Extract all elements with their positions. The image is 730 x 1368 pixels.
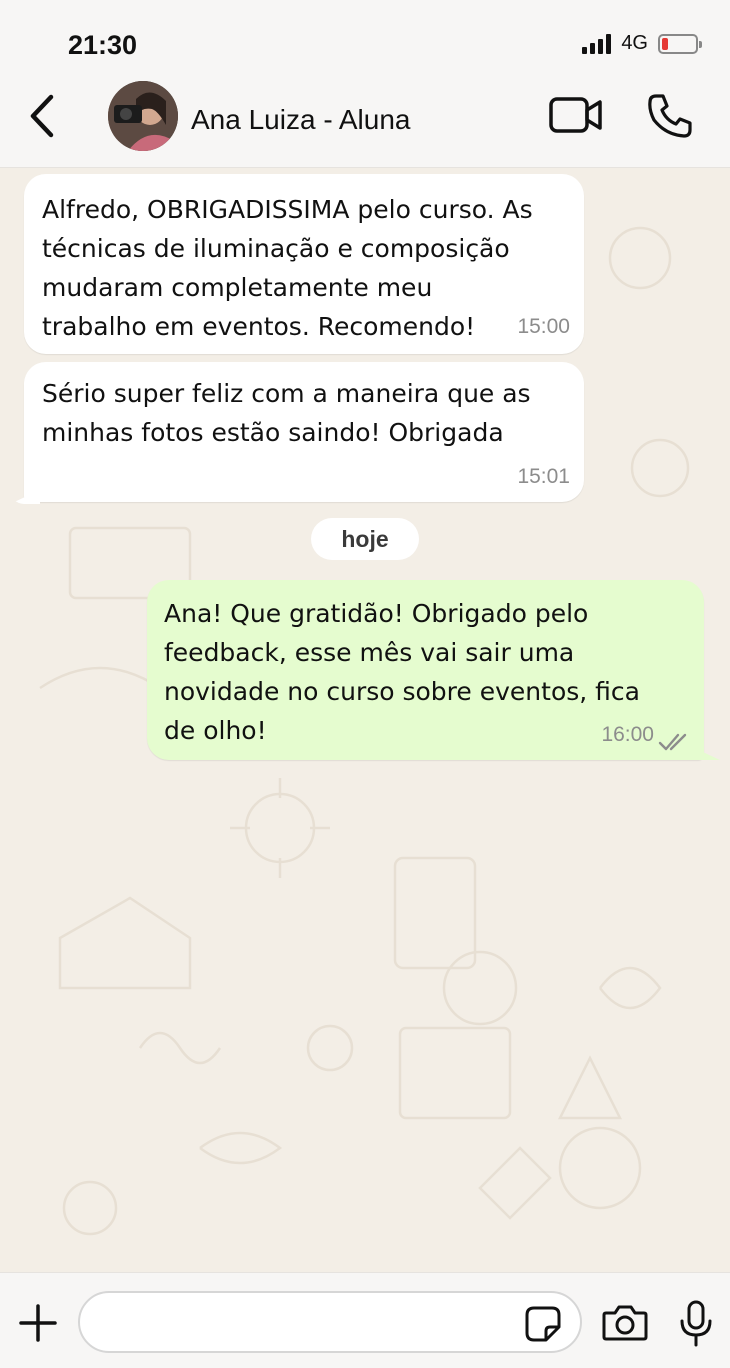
message-bubble-incoming[interactable]: Sério super feliz com a maneira que as m…: [24, 362, 584, 502]
date-separator: hoje: [311, 518, 419, 560]
sticker-icon: [525, 1306, 561, 1342]
sticker-button[interactable]: [524, 1305, 562, 1343]
status-indicators: 4G: [582, 32, 702, 55]
microphone-icon: [680, 1300, 712, 1347]
battery-icon: [658, 33, 702, 54]
microphone-button[interactable]: [678, 1299, 714, 1349]
message-line: técnicas de iluminação e composição: [42, 234, 510, 263]
composer-bar: [0, 1272, 730, 1368]
message-line: Ana! Que gratidão! Obrigado pelo: [164, 599, 589, 628]
message-line: mudaram completamente meu: [42, 273, 433, 302]
message-time: 16:00: [601, 723, 654, 746]
contact-name[interactable]: Ana Luiza - Aluna: [191, 104, 411, 136]
attach-button[interactable]: [18, 1303, 58, 1343]
message-input[interactable]: [78, 1291, 582, 1353]
back-button[interactable]: [22, 92, 62, 140]
top-bar: 21:30 4G Ana Luiza - Aluna: [0, 0, 730, 168]
network-type: 4G: [621, 32, 648, 54]
message-bubble-incoming[interactable]: Alfredo, OBRIGADISSIMA pelo curso. As té…: [24, 174, 584, 354]
voice-call-button[interactable]: [646, 92, 694, 140]
message-bubble-outgoing[interactable]: Ana! Que gratidão! Obrigado pelo feedbac…: [147, 580, 704, 760]
message-time: 15:00: [517, 315, 570, 338]
camera-icon: [602, 1305, 648, 1341]
message-line: trabalho em eventos. Recomendo!: [42, 312, 476, 341]
contact-avatar[interactable]: [108, 81, 178, 151]
message-line: Sério super feliz com a maneira que as: [42, 379, 531, 408]
plus-icon: [19, 1304, 57, 1342]
chat-area[interactable]: Alfredo, OBRIGADISSIMA pelo curso. As té…: [0, 168, 730, 1272]
chevron-left-icon: [30, 94, 54, 138]
video-call-button[interactable]: [548, 94, 604, 138]
message-line: feedback, esse mês vai sair uma: [164, 638, 575, 667]
signal-icon: [582, 33, 612, 54]
message-line: minhas fotos estão saindo! Obrigada: [42, 418, 504, 447]
double-check-icon: [658, 733, 687, 751]
phone-icon: [648, 94, 692, 138]
message-line: Alfredo, OBRIGADISSIMA pelo curso. As: [42, 195, 533, 224]
avatar-photo: [108, 81, 178, 151]
camera-button[interactable]: [602, 1303, 648, 1343]
status-time: 21:30: [68, 30, 138, 60]
video-camera-icon: [549, 97, 602, 133]
message-time: 15:01: [517, 465, 570, 488]
message-line: novidade no curso sobre eventos, fica: [164, 677, 640, 706]
